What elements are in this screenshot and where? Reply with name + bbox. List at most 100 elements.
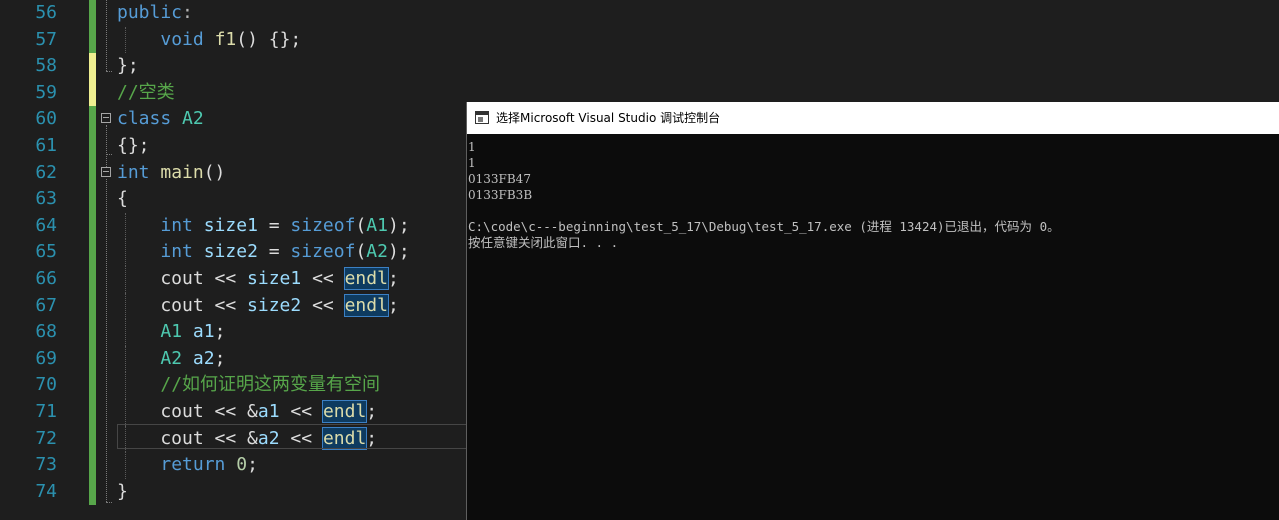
code-line[interactable]: 56 public: — [0, 0, 1279, 27]
change-indicator-bar — [89, 0, 96, 27]
code-text: }; — [117, 53, 139, 80]
code-token: << — [279, 401, 323, 422]
code-token: cout << — [117, 294, 248, 316]
code-text: } — [117, 479, 128, 506]
line-number: 63 — [35, 188, 57, 210]
change-indicator-bar — [89, 319, 96, 346]
console-window-icon — [475, 111, 489, 124]
code-text: void f1() {}; — [117, 27, 301, 54]
code-token: a1 — [192, 321, 215, 343]
code-token: : — [182, 2, 193, 23]
code-token: int — [160, 214, 193, 236]
change-indicator-bar — [89, 186, 96, 213]
fold-region-end — [106, 71, 112, 73]
console-titlebar[interactable]: 选择Microsoft Visual Studio 调试控制台 — [467, 102, 1279, 134]
code-text: A2 a2; — [117, 346, 225, 373]
change-indicator-bar — [89, 372, 96, 399]
line-number: 69 — [35, 347, 57, 369]
fold-region-guide — [106, 125, 108, 167]
code-token: } — [117, 480, 128, 502]
change-indicator-bar — [89, 292, 96, 320]
code-token: cout << — [117, 268, 248, 289]
code-text: cout << size2 << endl; — [117, 293, 399, 320]
code-text: int size2 = sizeof(A2); — [117, 239, 410, 266]
console-title: 选择Microsoft Visual Studio 调试控制台 — [496, 111, 721, 125]
highlighted-token: endl — [343, 293, 389, 317]
line-number: 60 — [35, 108, 57, 130]
code-text: //如何证明这两变量有空间 — [117, 372, 380, 399]
code-token: {}; — [117, 135, 150, 156]
change-indicator-bar — [89, 345, 96, 373]
change-indicator-bar — [89, 478, 96, 506]
line-number: 74 — [35, 480, 57, 502]
code-token: 0 — [236, 454, 248, 476]
change-indicator-bar — [89, 239, 96, 266]
code-token: () {}; — [236, 28, 302, 50]
code-token: sizeof — [290, 241, 356, 263]
line-number: 65 — [35, 241, 57, 263]
code-line[interactable]: 57 void f1() {}; — [0, 26, 1279, 54]
code-token: a1 — [257, 401, 280, 422]
code-token: A1 — [366, 214, 388, 236]
code-token: ; — [366, 401, 378, 422]
code-token: ; — [214, 347, 226, 369]
code-token: cout << & — [117, 401, 258, 422]
code-token: ); — [387, 214, 410, 236]
code-token: void — [160, 28, 204, 50]
console-output-line: 0133FB3B — [468, 188, 533, 202]
change-indicator-bar — [89, 452, 96, 479]
change-indicator-bar — [89, 133, 96, 160]
code-token: = — [257, 241, 291, 263]
code-token: A1 — [160, 321, 183, 343]
code-token: << — [301, 268, 345, 289]
line-number: 66 — [35, 268, 57, 289]
code-token: A2 — [182, 108, 204, 130]
highlighted-token: endl — [343, 267, 389, 290]
code-token: size2 — [203, 241, 258, 263]
code-token: sizeof — [290, 214, 356, 236]
current-line-highlight — [117, 424, 477, 449]
code-token: int — [117, 161, 150, 183]
change-indicator-bar — [89, 79, 96, 107]
console-output-line: C:\code\c---beginning\test_5_17\Debug\te… — [468, 219, 1060, 234]
code-token: << — [301, 294, 345, 316]
code-token: ; — [387, 294, 399, 316]
collapse-toggle-icon[interactable] — [101, 166, 111, 177]
change-indicator-bar — [89, 212, 96, 240]
console-output-line: 1 — [468, 140, 476, 154]
code-line[interactable]: 58}; — [0, 53, 1279, 80]
code-token: //如何证明这两变量有空间 — [160, 374, 381, 396]
code-text: A1 a1; — [117, 319, 225, 346]
change-indicator-bar — [89, 53, 96, 80]
code-token: main — [160, 161, 204, 183]
debug-console-window[interactable]: 选择Microsoft Visual Studio 调试控制台 1 1 0133FB… — [466, 102, 1279, 520]
line-number: 58 — [35, 55, 57, 77]
code-token: ; — [247, 454, 258, 476]
code-token: A2 — [160, 347, 183, 369]
code-token: ); — [387, 241, 410, 263]
code-token: return — [160, 454, 226, 476]
code-token: size1 — [203, 214, 258, 236]
code-text: //空类 — [117, 80, 175, 107]
code-token: ( — [355, 214, 367, 236]
line-number: 73 — [35, 454, 57, 476]
change-indicator-bar — [89, 425, 96, 453]
fold-region-end — [106, 501, 112, 504]
code-token: A2 — [366, 241, 388, 263]
line-number: 67 — [35, 294, 57, 316]
collapse-toggle-icon[interactable] — [101, 113, 111, 124]
code-token: size2 — [247, 294, 302, 316]
line-number: 70 — [35, 374, 57, 396]
fold-region-guide — [106, 178, 108, 502]
line-number: 71 — [35, 401, 57, 422]
code-token: int — [160, 241, 193, 263]
